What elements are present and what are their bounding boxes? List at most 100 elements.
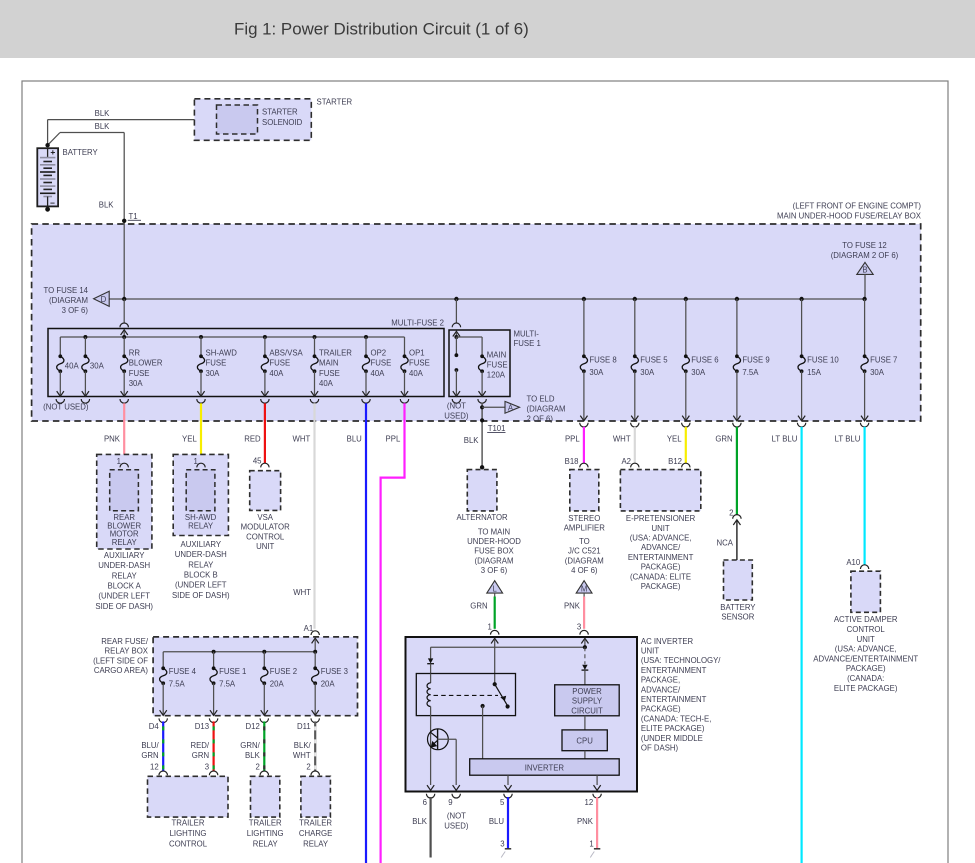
svg-text:BLU/: BLU/	[141, 741, 159, 750]
svg-text:USED): USED)	[444, 822, 469, 831]
svg-text:TRAILER: TRAILER	[172, 819, 205, 828]
svg-text:20A: 20A	[270, 679, 285, 688]
svg-text:AC INVERTER: AC INVERTER	[641, 637, 694, 646]
svg-text:MAIN: MAIN	[487, 351, 507, 360]
svg-text:WHT: WHT	[293, 588, 311, 597]
svg-text:UNDER-DASH: UNDER-DASH	[98, 561, 150, 570]
svg-text:UNIT: UNIT	[857, 635, 875, 644]
svg-text:ACTIVE DAMPER: ACTIVE DAMPER	[834, 615, 898, 624]
svg-text:(DIAGRAM: (DIAGRAM	[49, 296, 88, 305]
svg-text:FUSE: FUSE	[319, 369, 340, 378]
svg-text:B12: B12	[668, 457, 682, 466]
svg-text:FUSE: FUSE	[129, 369, 150, 378]
svg-text:LIGHTING: LIGHTING	[170, 829, 207, 838]
svg-text:UNDER-DASH: UNDER-DASH	[175, 550, 227, 559]
svg-text:30A: 30A	[870, 368, 885, 377]
svg-text:FUSE: FUSE	[269, 359, 290, 368]
svg-text:ENTERTAINMENT: ENTERTAINMENT	[641, 695, 707, 704]
svg-text:STEREO: STEREO	[568, 514, 600, 523]
svg-text:CHARGE: CHARGE	[299, 829, 332, 838]
svg-text:UNDER-HOOD: UNDER-HOOD	[467, 537, 521, 546]
svg-text:AUXILIARY: AUXILIARY	[181, 540, 222, 549]
svg-text:GRN/: GRN/	[240, 741, 260, 750]
svg-text:PNK: PNK	[577, 817, 594, 826]
svg-text:20A: 20A	[321, 679, 336, 688]
svg-text:2 OF 6): 2 OF 6)	[527, 414, 554, 423]
svg-text:PNK: PNK	[564, 602, 581, 611]
svg-text:RELAY: RELAY	[253, 840, 279, 849]
svg-text:40A: 40A	[65, 362, 80, 371]
svg-text:RED: RED	[244, 434, 261, 443]
svg-text:D12: D12	[245, 722, 259, 731]
svg-text:ENTERTAINMENT: ENTERTAINMENT	[628, 553, 694, 562]
svg-text:3 OF 6): 3 OF 6)	[481, 566, 508, 575]
svg-text:OP1: OP1	[409, 349, 425, 358]
svg-text:2: 2	[306, 762, 310, 771]
svg-text:TO: TO	[579, 537, 590, 546]
svg-text:TRAILER: TRAILER	[299, 819, 332, 828]
svg-text:FUSE: FUSE	[206, 359, 227, 368]
svg-text:LT BLU: LT BLU	[835, 434, 861, 443]
svg-text:TRAILER: TRAILER	[249, 819, 282, 828]
svg-text:RELAY: RELAY	[112, 538, 138, 547]
svg-text:RED/: RED/	[190, 741, 209, 750]
svg-text:(NOT: (NOT	[447, 401, 466, 410]
svg-text:OP2: OP2	[371, 349, 387, 358]
svg-text:(CANADA: TECH-E,: (CANADA: TECH-E,	[641, 714, 711, 723]
svg-text:(DIAGRAM: (DIAGRAM	[565, 556, 604, 565]
svg-text:D13: D13	[195, 722, 209, 731]
svg-text:CONTROL: CONTROL	[246, 532, 285, 541]
svg-text:30A: 30A	[691, 368, 706, 377]
svg-text:ELITE PACKAGE): ELITE PACKAGE)	[641, 724, 705, 733]
svg-text:L: L	[493, 584, 498, 593]
svg-text:BLK: BLK	[95, 109, 111, 118]
svg-text:GRN: GRN	[470, 602, 487, 611]
svg-text:VSA: VSA	[257, 513, 273, 522]
svg-text:SOLENOID: SOLENOID	[262, 118, 303, 127]
svg-text:AUXILIARY: AUXILIARY	[104, 551, 145, 560]
svg-text:AMPLIFIER: AMPLIFIER	[564, 524, 606, 533]
svg-text:FUSE 3: FUSE 3	[321, 667, 348, 676]
svg-text:FUSE 4: FUSE 4	[169, 667, 197, 676]
svg-text:GRN: GRN	[192, 751, 209, 760]
svg-text:ABS/VSA: ABS/VSA	[269, 349, 303, 358]
svg-text:(LEFT FRONT OF ENGINE COMPT): (LEFT FRONT OF ENGINE COMPT)	[793, 202, 922, 211]
svg-text:PPL: PPL	[565, 434, 580, 443]
svg-text:7.5A: 7.5A	[742, 368, 759, 377]
svg-text:YEL: YEL	[182, 434, 197, 443]
svg-text:M: M	[581, 584, 588, 593]
svg-text:BLOCK A: BLOCK A	[108, 582, 142, 591]
svg-text:FUSE 1: FUSE 1	[514, 339, 541, 348]
svg-text:(NOT: (NOT	[447, 812, 466, 821]
svg-text:RR: RR	[129, 349, 141, 358]
svg-text:FUSE 1: FUSE 1	[219, 667, 246, 676]
svg-text:4 OF 6): 4 OF 6)	[571, 566, 598, 575]
svg-text:FUSE 7: FUSE 7	[870, 356, 897, 365]
svg-text:(DIAGRAM: (DIAGRAM	[527, 404, 566, 413]
svg-text:LIGHTING: LIGHTING	[247, 829, 284, 838]
svg-text:BLK: BLK	[99, 200, 115, 209]
svg-text:MAIN: MAIN	[319, 359, 339, 368]
svg-text:CPU: CPU	[576, 737, 593, 746]
svg-text:BLK: BLK	[464, 436, 480, 445]
svg-text:ADVANCE/ENTERTAINMENT: ADVANCE/ENTERTAINMENT	[813, 654, 918, 663]
svg-text:RELAY: RELAY	[188, 560, 214, 569]
svg-text:(LEFT SIDE OF: (LEFT SIDE OF	[93, 656, 148, 665]
svg-text:15A: 15A	[807, 368, 822, 377]
svg-text:REAR FUSE/: REAR FUSE/	[101, 637, 149, 646]
svg-text:STARTER: STARTER	[317, 98, 353, 107]
svg-text:TRAILER: TRAILER	[319, 349, 352, 358]
svg-text:BLOWER: BLOWER	[129, 359, 163, 368]
svg-text:(USA: ADVANCE,: (USA: ADVANCE,	[835, 645, 897, 654]
svg-text:WHT: WHT	[293, 434, 311, 443]
svg-text:SIDE OF DASH): SIDE OF DASH)	[95, 602, 153, 611]
svg-text:Fig 1: Power Distribution Circ: Fig 1: Power Distribution Circuit (1 of …	[234, 20, 529, 39]
svg-text:RELAY: RELAY	[188, 521, 214, 530]
svg-text:SUPPLY: SUPPLY	[572, 697, 603, 706]
svg-text:CONTROL: CONTROL	[847, 625, 886, 634]
svg-text:(UNDER LEFT: (UNDER LEFT	[98, 592, 150, 601]
svg-text:BLK/: BLK/	[294, 741, 312, 750]
svg-text:BLU: BLU	[347, 434, 363, 443]
svg-text:(UNDER LEFT: (UNDER LEFT	[175, 581, 227, 590]
svg-text:45: 45	[253, 457, 262, 466]
